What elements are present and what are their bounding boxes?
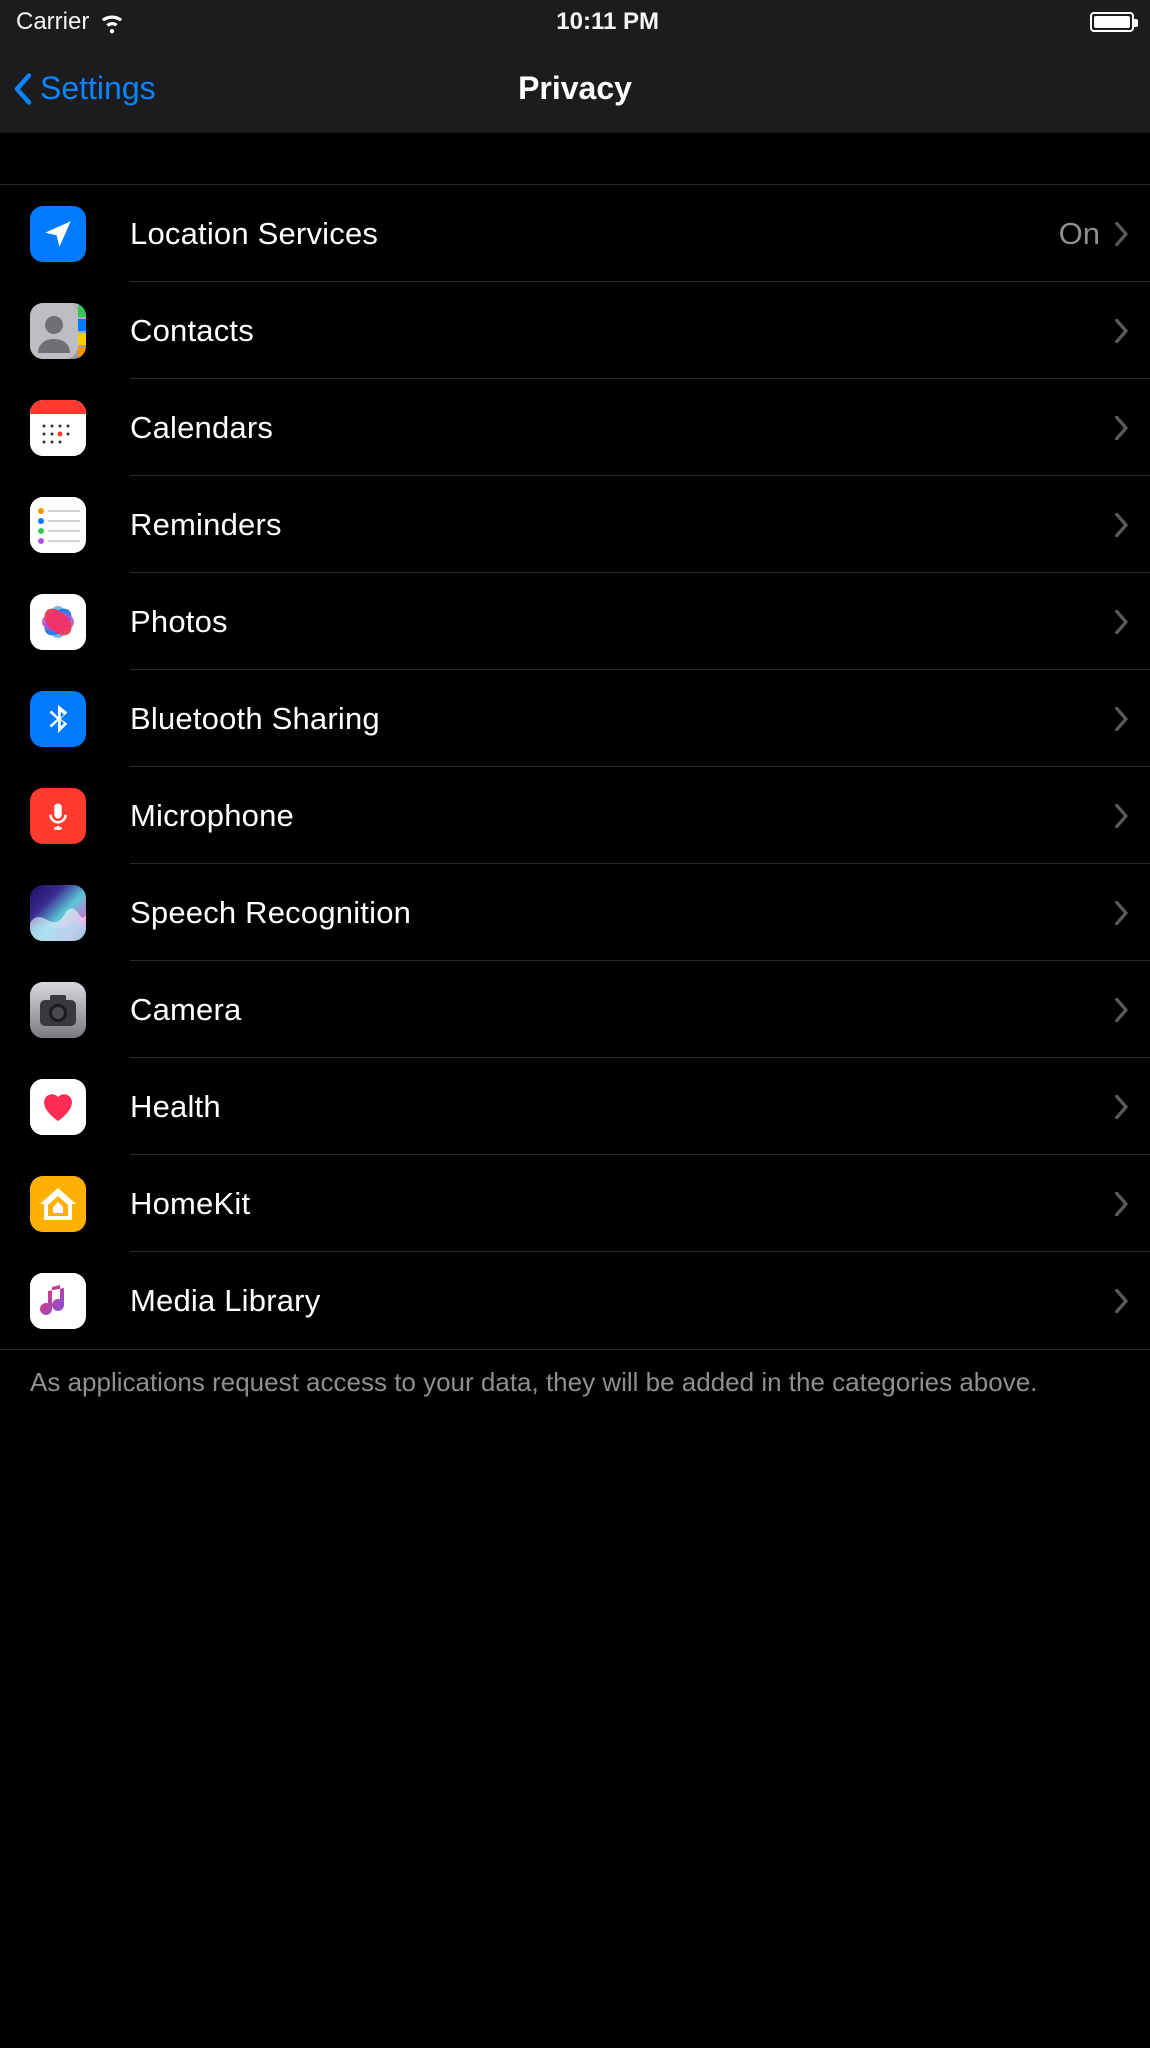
bluetooth-icon: [30, 691, 86, 747]
list-item-reminders[interactable]: Reminders: [0, 476, 1150, 573]
wifi-icon: [99, 9, 125, 35]
camera-icon: [30, 982, 86, 1038]
chevron-right-icon: [1114, 996, 1130, 1024]
chevron-right-icon: [1114, 317, 1130, 345]
list-item-label: Contacts: [130, 313, 1114, 349]
list-item-label: Location Services: [130, 216, 1059, 252]
health-icon: [30, 1079, 86, 1135]
speech-icon: [30, 885, 86, 941]
chevron-right-icon: [1114, 414, 1130, 442]
reminders-icon: [30, 497, 86, 553]
list-item-label: Bluetooth Sharing: [130, 701, 1114, 737]
chevron-right-icon: [1114, 511, 1130, 539]
chevron-right-icon: [1114, 220, 1130, 248]
list-item-calendars[interactable]: Calendars: [0, 379, 1150, 476]
status-time: 10:11 PM: [556, 8, 659, 36]
status-left: Carrier: [16, 8, 125, 36]
homekit-icon: [30, 1176, 86, 1232]
list-item-label: Health: [130, 1089, 1114, 1125]
chevron-left-icon: [12, 69, 34, 109]
chevron-right-icon: [1114, 802, 1130, 830]
media-library-icon: [30, 1273, 86, 1329]
list-item-camera[interactable]: Camera: [0, 961, 1150, 1058]
contacts-icon: [30, 303, 86, 359]
list-item-label: Camera: [130, 992, 1114, 1028]
battery-icon: [1090, 12, 1134, 32]
chevron-right-icon: [1114, 705, 1130, 733]
chevron-right-icon: [1114, 608, 1130, 636]
list-item-contacts[interactable]: Contacts: [0, 282, 1150, 379]
list-item-label: Photos: [130, 604, 1114, 640]
list-item-label: HomeKit: [130, 1186, 1114, 1222]
page-title: Privacy: [0, 70, 1150, 107]
list-item-label: Speech Recognition: [130, 895, 1114, 931]
list-item-label: Microphone: [130, 798, 1114, 834]
section-footer-text: As applications request access to your d…: [0, 1350, 1150, 1424]
list-item-health[interactable]: Health: [0, 1058, 1150, 1155]
status-right: [1090, 12, 1134, 32]
list-item-label: Reminders: [130, 507, 1114, 543]
list-item-photos[interactable]: Photos: [0, 573, 1150, 670]
list-item-label: Media Library: [130, 1283, 1114, 1319]
list-item-value: On: [1059, 216, 1100, 252]
status-bar: Carrier 10:11 PM: [0, 0, 1150, 44]
chevron-right-icon: [1114, 1093, 1130, 1121]
list-item-media-library[interactable]: Media Library: [0, 1252, 1150, 1349]
back-button-label: Settings: [40, 70, 156, 107]
location-arrow-icon: [30, 206, 86, 262]
list-item-label: Calendars: [130, 410, 1114, 446]
microphone-icon: [30, 788, 86, 844]
chevron-right-icon: [1114, 1190, 1130, 1218]
list-item-microphone[interactable]: Microphone: [0, 767, 1150, 864]
calendar-icon: [30, 400, 86, 456]
list-item-location-services[interactable]: Location Services On: [0, 185, 1150, 282]
chevron-right-icon: [1114, 1287, 1130, 1315]
photos-icon: [30, 594, 86, 650]
back-button[interactable]: Settings: [0, 69, 156, 109]
carrier-label: Carrier: [16, 8, 89, 36]
list-item-bluetooth-sharing[interactable]: Bluetooth Sharing: [0, 670, 1150, 767]
nav-bar: Settings Privacy: [0, 44, 1150, 134]
list-item-speech-recognition[interactable]: Speech Recognition: [0, 864, 1150, 961]
privacy-list: Location Services On Contacts Calendars: [0, 184, 1150, 1350]
list-item-homekit[interactable]: HomeKit: [0, 1155, 1150, 1252]
chevron-right-icon: [1114, 899, 1130, 927]
